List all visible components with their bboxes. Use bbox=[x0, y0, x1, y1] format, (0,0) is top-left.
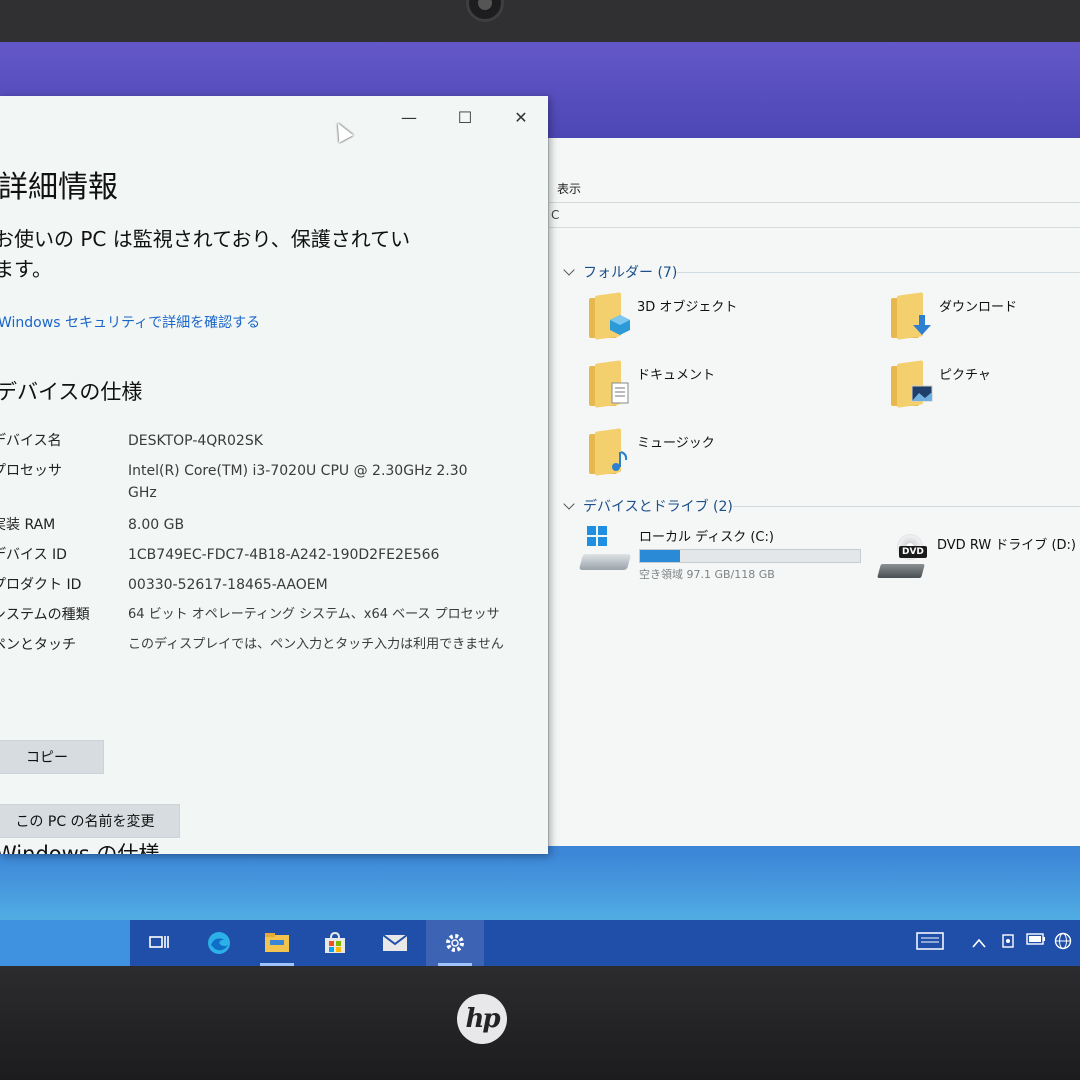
address-bar[interactable]: C bbox=[549, 202, 1080, 228]
spec-value: Intel(R) Core(TM) i3-7020U CPU @ 2.30GHz… bbox=[128, 463, 468, 501]
mouse-pointer-icon bbox=[330, 119, 354, 143]
spec-key: プロセッサ bbox=[0, 463, 62, 479]
spec-key: デバイス名 bbox=[0, 433, 62, 449]
document-icon bbox=[589, 360, 629, 408]
folder-downloads[interactable]: ダウンロード bbox=[891, 292, 1018, 340]
webcam-icon bbox=[466, 0, 504, 22]
devices-group-label: デバイスとドライブ (2) bbox=[583, 499, 733, 515]
folders-group-label: フォルダー (7) bbox=[583, 265, 678, 281]
dvd-badge: DVD bbox=[899, 546, 927, 558]
folder-music[interactable]: ミュージック bbox=[589, 428, 715, 476]
settings-about-window: — ☐ ✕ 詳細情報 お使いの PC は監視されており、保護されています。 Wi… bbox=[0, 96, 548, 854]
folder-label: ピクチャ bbox=[939, 368, 991, 383]
download-icon bbox=[891, 292, 931, 340]
chevron-up-icon[interactable] bbox=[972, 934, 986, 952]
3d-objects-icon bbox=[589, 292, 630, 340]
group-divider bbox=[677, 272, 1080, 273]
hp-logo-text: hp bbox=[465, 1004, 500, 1034]
desktop-screen: 表示 C フォルダー (7) 3D オブジェクト ダウンロード ドキュメント ピ… bbox=[0, 42, 1080, 966]
folders-group-header[interactable]: フォルダー (7) bbox=[563, 262, 678, 282]
settings-gear-icon[interactable] bbox=[426, 920, 484, 966]
devices-group-header[interactable]: デバイスとドライブ (2) bbox=[563, 496, 733, 516]
taskbar bbox=[0, 920, 1080, 966]
spec-key: 実装 RAM bbox=[0, 517, 56, 533]
drive-name: ローカル ディスク (C:) bbox=[639, 530, 774, 545]
laptop-bezel-top bbox=[0, 0, 1080, 42]
address-text: C bbox=[551, 208, 560, 222]
windows-spec-heading: Windows の仕様 bbox=[0, 842, 160, 854]
page-title: 詳細情報 bbox=[0, 170, 118, 205]
maximize-button[interactable]: ☐ bbox=[442, 108, 488, 127]
battery-icon[interactable] bbox=[1026, 932, 1046, 950]
chevron-down-icon bbox=[563, 264, 575, 276]
folder-3d-objects[interactable]: 3D オブジェクト bbox=[589, 292, 738, 340]
local-disk-c[interactable]: ローカル ディスク (C:) 空き領域 97.1 GB/118 GB bbox=[578, 526, 861, 582]
network-icon[interactable] bbox=[1000, 932, 1016, 954]
spec-value: 1CB749EC-FDC7-4B18-A242-190D2FE2E566 bbox=[128, 547, 440, 563]
edge-browser-icon[interactable] bbox=[190, 920, 248, 966]
folder-documents[interactable]: ドキュメント bbox=[589, 360, 716, 408]
spec-value: 64 ビット オペレーティング システム、x64 ベース プロセッサ bbox=[128, 607, 500, 622]
protection-status: お使いの PC は監視されており、保護されています。 bbox=[0, 227, 411, 281]
file-explorer-taskbar-icon[interactable] bbox=[248, 920, 306, 966]
chevron-down-icon bbox=[563, 498, 575, 510]
folder-label: ダウンロード bbox=[939, 300, 1018, 315]
language-globe-icon[interactable] bbox=[1054, 932, 1072, 954]
mail-icon[interactable] bbox=[366, 920, 424, 966]
hard-drive-icon bbox=[578, 526, 632, 570]
drive-name: DVD RW ドライブ (D:) bbox=[937, 538, 1076, 553]
spec-key: ペンとタッチ bbox=[0, 637, 76, 653]
dvd-drive-d[interactable]: DVD DVD RW ドライブ (D:) bbox=[877, 534, 1076, 578]
spec-value: 00330-52617-18465-AAOEM bbox=[128, 577, 328, 593]
taskbar-search-area[interactable] bbox=[0, 920, 130, 966]
store-icon[interactable] bbox=[306, 920, 364, 966]
disk-usage-fill bbox=[640, 550, 680, 562]
drive-free-space: 空き領域 97.1 GB/118 GB bbox=[639, 568, 775, 581]
notification-icon[interactable] bbox=[916, 932, 944, 954]
close-button[interactable]: ✕ bbox=[498, 108, 544, 127]
laptop-bezel-bottom bbox=[0, 966, 1080, 1080]
device-spec-heading: デバイスの仕様 bbox=[0, 380, 143, 404]
security-details-link[interactable]: Windows セキュリティで詳細を確認する bbox=[0, 312, 260, 332]
rename-pc-button[interactable]: この PC の名前を変更 bbox=[0, 804, 180, 838]
spec-key: デバイス ID bbox=[0, 547, 67, 563]
music-icon bbox=[589, 428, 629, 476]
folder-label: 3D オブジェクト bbox=[637, 300, 738, 315]
group-divider bbox=[733, 506, 1080, 507]
spec-key: システムの種類 bbox=[0, 607, 90, 623]
folder-label: ミュージック bbox=[637, 436, 715, 451]
file-explorer-window: 表示 C フォルダー (7) 3D オブジェクト ダウンロード ドキュメント ピ… bbox=[548, 138, 1080, 846]
copy-button[interactable]: コピー bbox=[0, 740, 104, 774]
picture-icon bbox=[891, 360, 933, 408]
spec-value: DESKTOP-4QR02SK bbox=[128, 433, 263, 449]
dvd-drive-icon: DVD bbox=[877, 534, 927, 578]
spec-value: 8.00 GB bbox=[128, 517, 185, 533]
folder-pictures[interactable]: ピクチャ bbox=[891, 360, 991, 408]
spec-value: このディスプレイでは、ペン入力とタッチ入力は利用できません bbox=[128, 637, 504, 652]
folder-label: ドキュメント bbox=[637, 368, 716, 383]
minimize-button[interactable]: — bbox=[386, 108, 432, 127]
menu-view[interactable]: 表示 bbox=[557, 180, 581, 197]
disk-usage-bar bbox=[639, 549, 861, 563]
spec-key: プロダクト ID bbox=[0, 577, 82, 593]
task-view-icon[interactable] bbox=[130, 920, 188, 966]
hp-logo: hp bbox=[457, 994, 507, 1044]
